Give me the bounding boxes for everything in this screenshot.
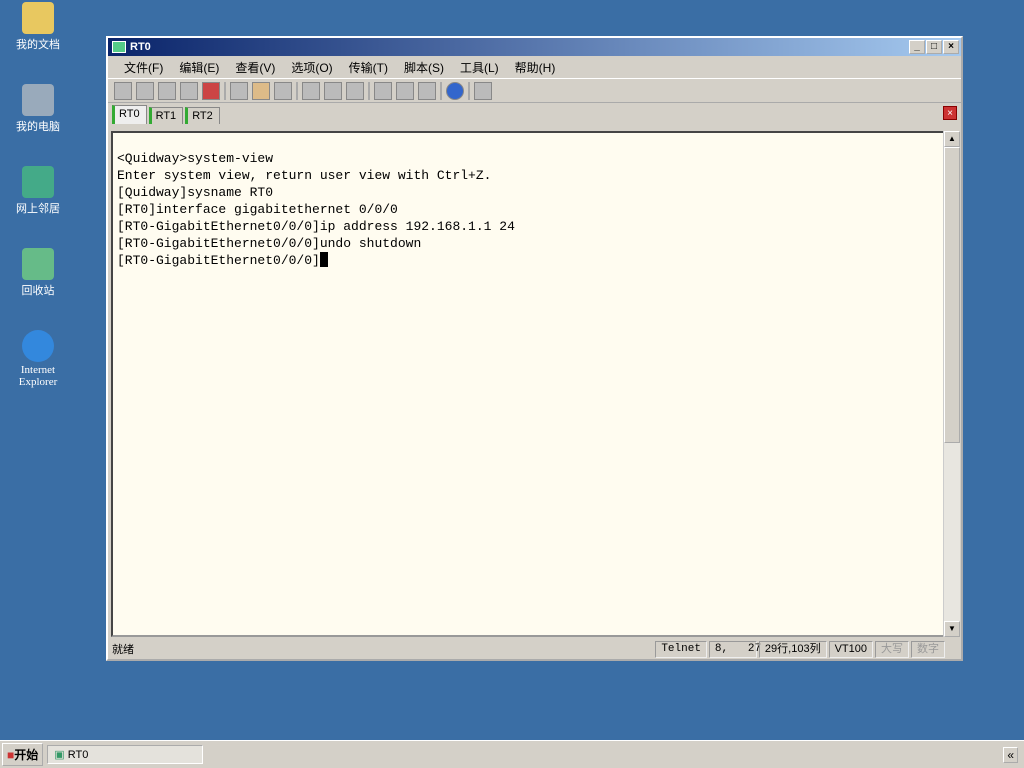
terminal-line: <Quidway>system-view <box>117 151 274 166</box>
close-tab-icon[interactable]: × <box>943 106 957 120</box>
terminal-line: [RT0-GigabitEthernet0/0/0]ip address 192… <box>117 219 515 234</box>
label: 我的文档 <box>16 39 60 51</box>
minimize-button[interactable]: _ <box>909 40 925 54</box>
help-icon[interactable] <box>446 81 464 100</box>
network-icon <box>22 166 54 198</box>
separator <box>368 81 370 100</box>
disconnect-icon[interactable] <box>202 81 220 100</box>
tab-rt2[interactable]: RT2 <box>185 107 220 124</box>
taskbar-item-rt0[interactable]: ▣ RT0 <box>47 745 204 764</box>
terminal-output[interactable]: <Quidway>system-view Enter system view, r… <box>111 131 947 637</box>
status-ready: 就绪 <box>112 644 134 656</box>
separator <box>440 81 442 100</box>
start-label: 开始 <box>14 748 39 762</box>
menu-options[interactable]: 选项(O) <box>283 59 340 76</box>
folder-icon <box>22 2 54 34</box>
title-bar[interactable]: RT0 _ □ × <box>108 38 961 56</box>
status-num: 数字 <box>911 640 945 658</box>
tab-rt0[interactable]: RT0 <box>112 105 147 124</box>
menu-view[interactable]: 查看(V) <box>227 59 283 76</box>
toolbar <box>108 78 961 102</box>
terminal-line: [RT0-GigabitEthernet0/0/0] <box>117 253 320 268</box>
find-icon[interactable] <box>274 81 292 100</box>
menu-edit[interactable]: 编辑(E) <box>171 59 227 76</box>
desktop-icon-ie[interactable]: Internet Explorer <box>4 330 72 388</box>
print-screen-icon[interactable] <box>302 81 320 100</box>
status-caps: 大写 <box>875 640 909 658</box>
connect-icon[interactable] <box>114 81 132 100</box>
recycle-bin-icon <box>22 248 54 280</box>
app-icon: ▣ <box>54 749 65 761</box>
paste-icon[interactable] <box>252 81 270 100</box>
global-options-icon[interactable] <box>396 81 414 100</box>
desktop-icon-my-computer[interactable]: 我的电脑 <box>4 84 72 134</box>
label: Internet Explorer <box>18 364 58 388</box>
sftp-icon[interactable] <box>474 81 492 100</box>
window-title: RT0 <box>130 41 151 53</box>
menu-help[interactable]: 帮助(H) <box>507 59 564 76</box>
tab-rt1[interactable]: RT1 <box>148 107 184 124</box>
menu-tools[interactable]: 工具(L) <box>452 59 507 76</box>
label: 回收站 <box>21 285 55 297</box>
ie-icon <box>22 330 54 362</box>
scroll-down-icon[interactable]: ▼ <box>944 621 960 637</box>
terminal-line: Enter system view, return user view with… <box>117 168 492 183</box>
separator <box>468 81 470 100</box>
scroll-thumb[interactable] <box>944 147 960 443</box>
menu-script[interactable]: 脚本(S) <box>396 59 452 76</box>
reconnect-icon[interactable] <box>180 81 198 100</box>
menu-bar: 文件(F) 编辑(E) 查看(V) 选项(O) 传输(T) 脚本(S) 工具(L) 帮助(H) <box>108 56 961 78</box>
vertical-scrollbar[interactable]: ▲ ▼ <box>943 131 960 637</box>
label: 网上邻居 <box>16 203 60 215</box>
print-selection-icon[interactable] <box>324 81 342 100</box>
status-bar: 就绪 Telnet 8, 27 29行,103列 VT100 大写 数字 <box>108 639 961 659</box>
key-icon[interactable] <box>418 81 436 100</box>
tray-expand-button[interactable]: « <box>1003 746 1018 763</box>
terminal-line: [Quidway]sysname RT0 <box>117 185 274 200</box>
maximize-button[interactable]: □ <box>926 40 942 54</box>
terminal-line: [RT0]interface gigabitethernet 0/0/0 <box>117 202 398 217</box>
start-button[interactable]: ■开始 <box>2 743 44 766</box>
separator <box>224 81 226 100</box>
status-size: 29行,103列 <box>758 640 827 658</box>
scroll-up-icon[interactable]: ▲ <box>944 131 960 147</box>
print-icon[interactable] <box>346 81 364 100</box>
desktop-icon-my-documents[interactable]: 我的文档 <box>4 2 72 52</box>
separator <box>296 81 298 100</box>
terminal-line: [RT0-GigabitEthernet0/0/0]undo shutdown <box>117 236 422 251</box>
app-icon <box>112 41 126 53</box>
task-label: RT0 <box>67 749 89 761</box>
label: 我的电脑 <box>16 121 60 133</box>
menu-file[interactable]: 文件(F) <box>116 59 171 76</box>
securecrt-window: RT0 _ □ × 文件(F) 编辑(E) 查看(V) 选项(O) 传输(T) 脚本(S) 工具… <box>106 36 963 661</box>
status-cursor: 8, 27 <box>708 640 761 658</box>
connect-tab-icon[interactable] <box>158 81 176 100</box>
taskbar: ■开始 ▣ RT0 « <box>0 740 1024 768</box>
desktop-icon-network[interactable]: 网上邻居 <box>4 166 72 216</box>
copy-icon[interactable] <box>230 81 248 100</box>
cursor <box>319 252 328 267</box>
close-button[interactable]: × <box>943 40 959 54</box>
session-tabs: RT0 RT1 RT2 × <box>108 102 961 124</box>
menu-transfer[interactable]: 传输(T) <box>341 59 396 76</box>
desktop-icon-recycle-bin[interactable]: 回收站 <box>4 248 72 298</box>
session-options-icon[interactable] <box>374 81 392 100</box>
quick-connect-icon[interactable] <box>136 81 154 100</box>
computer-icon <box>22 84 54 116</box>
status-protocol: Telnet <box>655 640 707 658</box>
status-emulation: VT100 <box>828 640 873 658</box>
